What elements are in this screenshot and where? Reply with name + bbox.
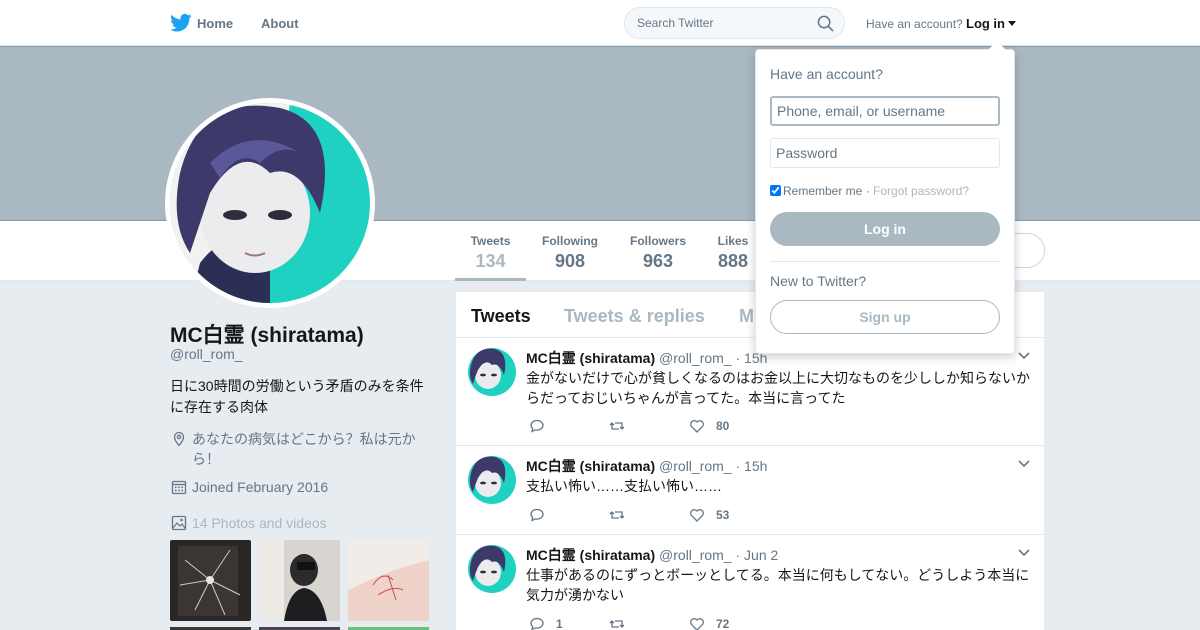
chevron-down-icon[interactable] [1018,549,1030,557]
tweet[interactable]: MC白霊 (shiratama) @roll_rom_ · Jun 2 仕事があ… [456,535,1044,630]
top-navigation: Home About Have an account? Log in [0,0,1200,46]
media-thumbnail[interactable] [170,540,251,621]
tweet-avatar[interactable] [468,456,516,504]
tweet-header: MC白霊 (shiratama) @roll_rom_ · 15h [526,456,767,476]
media-thumbnail[interactable] [259,540,340,621]
retweet-icon[interactable] [609,418,625,434]
login-dropdown: Have an account? Remember me · Forgot pa… [755,41,1015,354]
tweet-timestamp[interactable]: · 15h [736,458,768,474]
like-heart-icon[interactable] [689,507,705,523]
profile-handle[interactable]: @roll_rom_ [170,346,243,362]
password-field[interactable] [770,138,1000,168]
stat-value: 888 [717,251,749,271]
stat-label: Tweets [470,234,511,248]
photos-videos-link[interactable]: 14 Photos and videos [192,515,327,531]
location-pin-icon [173,431,185,447]
login-label: Log in [966,16,1005,31]
new-to-twitter-text: New to Twitter? [770,273,867,289]
profile-avatar[interactable] [165,98,375,308]
thumbnail-image [348,540,429,621]
search-icon[interactable] [817,15,834,32]
twitter-bird-icon[interactable] [170,13,192,33]
retweet-icon[interactable] [609,616,625,630]
tweet-avatar[interactable] [468,545,516,593]
avatar-illustration [468,348,516,396]
tab-tweets-replies[interactable]: Tweets & replies [564,306,705,327]
tab-tweets[interactable]: Tweets [471,306,531,327]
calendar-icon [171,480,187,495]
stat-following[interactable]: Following 908 [538,234,602,272]
tweet-author-name[interactable]: MC白霊 (shiratama) [526,458,655,474]
have-account-text: Have an account? [866,17,963,31]
profile-name[interactable]: MC白霊 (shiratama) [170,319,364,349]
stat-label: Followers [629,234,686,248]
tweet[interactable]: MC白霊 (shiratama) @roll_rom_ · 15h 支払い怖い…… [456,446,1044,535]
signup-button[interactable]: Sign up [770,300,1000,334]
stat-value: 134 [475,251,506,271]
nav-about-link[interactable]: About [261,16,299,31]
avatar-illustration [468,456,516,504]
caret-down-icon [1008,21,1016,26]
like-heart-icon[interactable] [689,418,705,434]
profile-bio: 日に30時間の労働という矛盾のみを条件に存在する肉体 [170,378,424,415]
login-menu-toggle[interactable]: Log in [966,16,1016,31]
search-box [624,7,845,39]
chevron-down-icon[interactable] [1018,460,1030,468]
tweet-text: 金がないだけで心が貧しくなるのはお金以上に大切なものを少ししか知らないからだって… [526,370,1030,406]
thumbnail-image [170,540,251,621]
tweet[interactable]: MC白霊 (shiratama) @roll_rom_ · 15h 金がないだけ… [456,338,1044,446]
reply-icon[interactable] [529,616,545,630]
avatar-illustration [468,545,516,593]
profile-joined-date: Joined February 2016 [192,479,329,495]
tweet-timestamp[interactable]: · Jun 2 [736,547,779,563]
divider [770,261,1000,262]
login-button[interactable]: Log in [770,212,1000,246]
tweet-author-handle[interactable]: @roll_rom_ [659,350,732,366]
tweet-author-handle[interactable]: @roll_rom_ [659,458,732,474]
tweet-author-handle[interactable]: @roll_rom_ [659,547,732,563]
tweet-avatar[interactable] [468,348,516,396]
chevron-down-icon[interactable] [1018,352,1030,360]
media-thumbnail[interactable] [348,540,429,621]
profile-location: あなたの病気はどこから？私は元から！ [192,431,416,467]
retweet-icon[interactable] [609,507,625,523]
username-field[interactable] [770,96,1000,126]
stat-value: 963 [642,251,674,271]
forgot-password-link[interactable]: Forgot password? [873,184,969,198]
stat-followers[interactable]: Followers 963 [626,234,690,272]
tweet-header: MC白霊 (shiratama) @roll_rom_ · Jun 2 [526,545,778,565]
dropdown-arrow [988,41,1006,50]
nav-home-link[interactable]: Home [197,16,233,31]
stat-tweets[interactable]: Tweets 134 [455,234,526,281]
stat-label: Following [542,234,598,248]
reply-count: 1 [556,617,563,630]
like-count: 53 [716,508,730,522]
remember-me-label[interactable]: Remember me [783,184,862,198]
tweet-text: 支払い怖い……支払い怖い…… [526,478,722,494]
thumbnail-image [259,540,340,621]
photo-icon [171,515,187,531]
stat-value: 908 [554,251,586,271]
avatar-illustration [170,103,370,303]
search-input[interactable] [625,8,815,38]
tweet-text: 仕事があるのにずっとボーッとしてる。本当に何もしてない。どうしよう本当に気力が湧… [526,567,1030,603]
remember-me-row: Remember me · Forgot password? [770,184,969,198]
like-count: 72 [716,617,730,630]
tab-media[interactable]: M [739,306,754,327]
reply-icon[interactable] [529,418,545,434]
separator-dot: · [862,184,874,198]
stat-label: Likes [717,234,749,248]
dropdown-title: Have an account? [770,66,883,82]
tweet-author-name[interactable]: MC白霊 (shiratama) [526,350,655,366]
tweet-author-name[interactable]: MC白霊 (shiratama) [526,547,655,563]
remember-me-checkbox[interactable] [770,185,781,196]
tweet-header: MC白霊 (shiratama) @roll_rom_ · 15h [526,348,767,368]
stat-likes[interactable]: Likes 888 [714,234,752,272]
like-count: 80 [716,419,730,433]
reply-icon[interactable] [529,507,545,523]
like-heart-icon[interactable] [689,616,705,630]
